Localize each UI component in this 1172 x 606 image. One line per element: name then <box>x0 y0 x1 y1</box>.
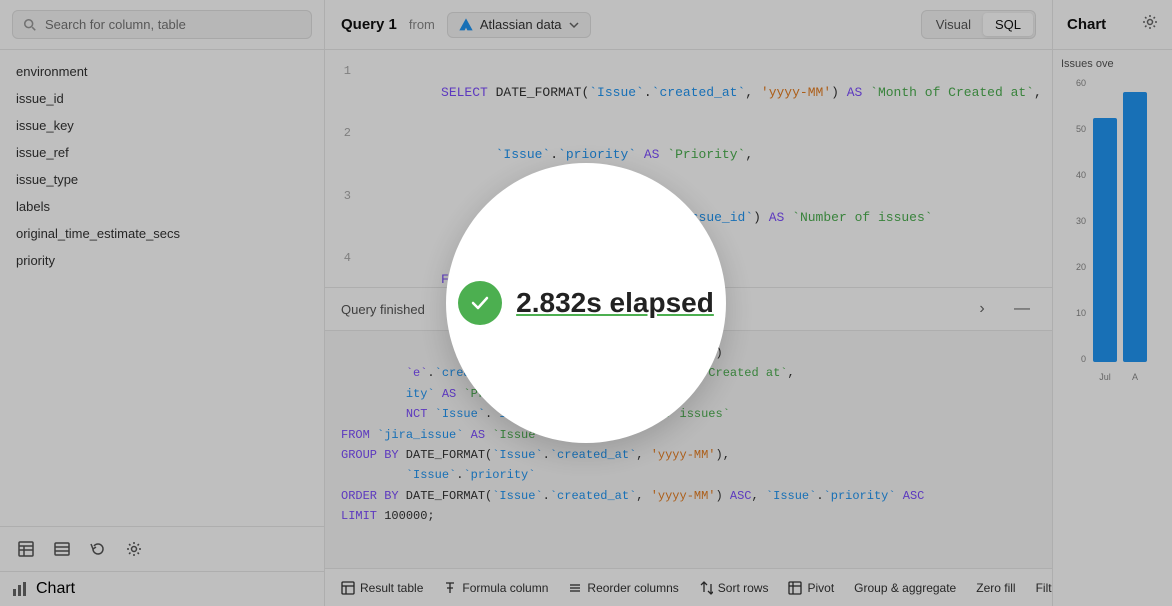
overlay[interactable]: 2.832s elapsed <box>0 0 1172 606</box>
success-icon <box>458 281 502 325</box>
app-container: environmentissue_idissue_keyissue_refiss… <box>0 0 1172 606</box>
elapsed-text: 2.832s elapsed <box>516 287 714 319</box>
elapsed-toast: 2.832s elapsed <box>446 163 726 443</box>
checkmark-icon <box>469 292 491 314</box>
